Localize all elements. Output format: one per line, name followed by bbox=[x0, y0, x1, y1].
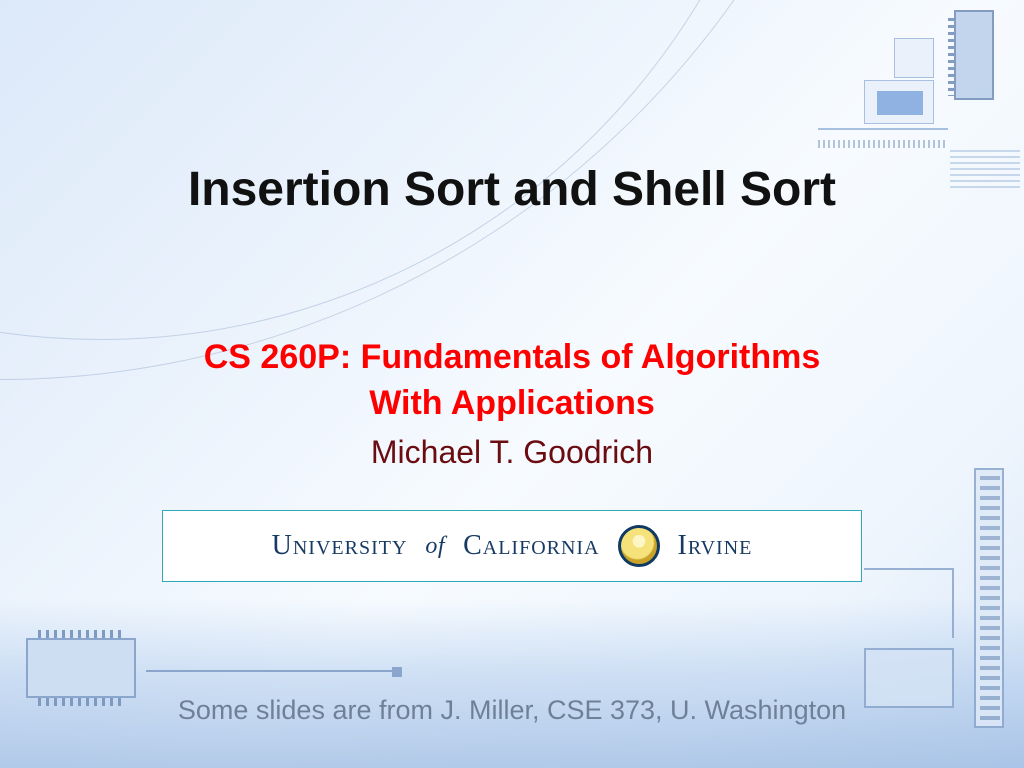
course-line-2: With Applications bbox=[0, 381, 1024, 427]
banner-university: University bbox=[272, 530, 408, 562]
university-banner: University of California Irvine bbox=[162, 510, 862, 582]
banner-of: of bbox=[425, 533, 445, 560]
banner-california: California bbox=[463, 530, 599, 562]
course-subtitle: CS 260P: Fundamentals of Algorithms With… bbox=[0, 335, 1024, 427]
slide: Insertion Sort and Shell Sort CS 260P: F… bbox=[0, 0, 1024, 768]
university-seal-icon bbox=[618, 525, 660, 567]
course-line-1: CS 260P: Fundamentals of Algorithms bbox=[0, 335, 1024, 381]
decorative-bottom-right bbox=[844, 428, 1014, 728]
slide-title: Insertion Sort and Shell Sort bbox=[0, 162, 1024, 217]
banner-campus: Irvine bbox=[678, 530, 753, 562]
